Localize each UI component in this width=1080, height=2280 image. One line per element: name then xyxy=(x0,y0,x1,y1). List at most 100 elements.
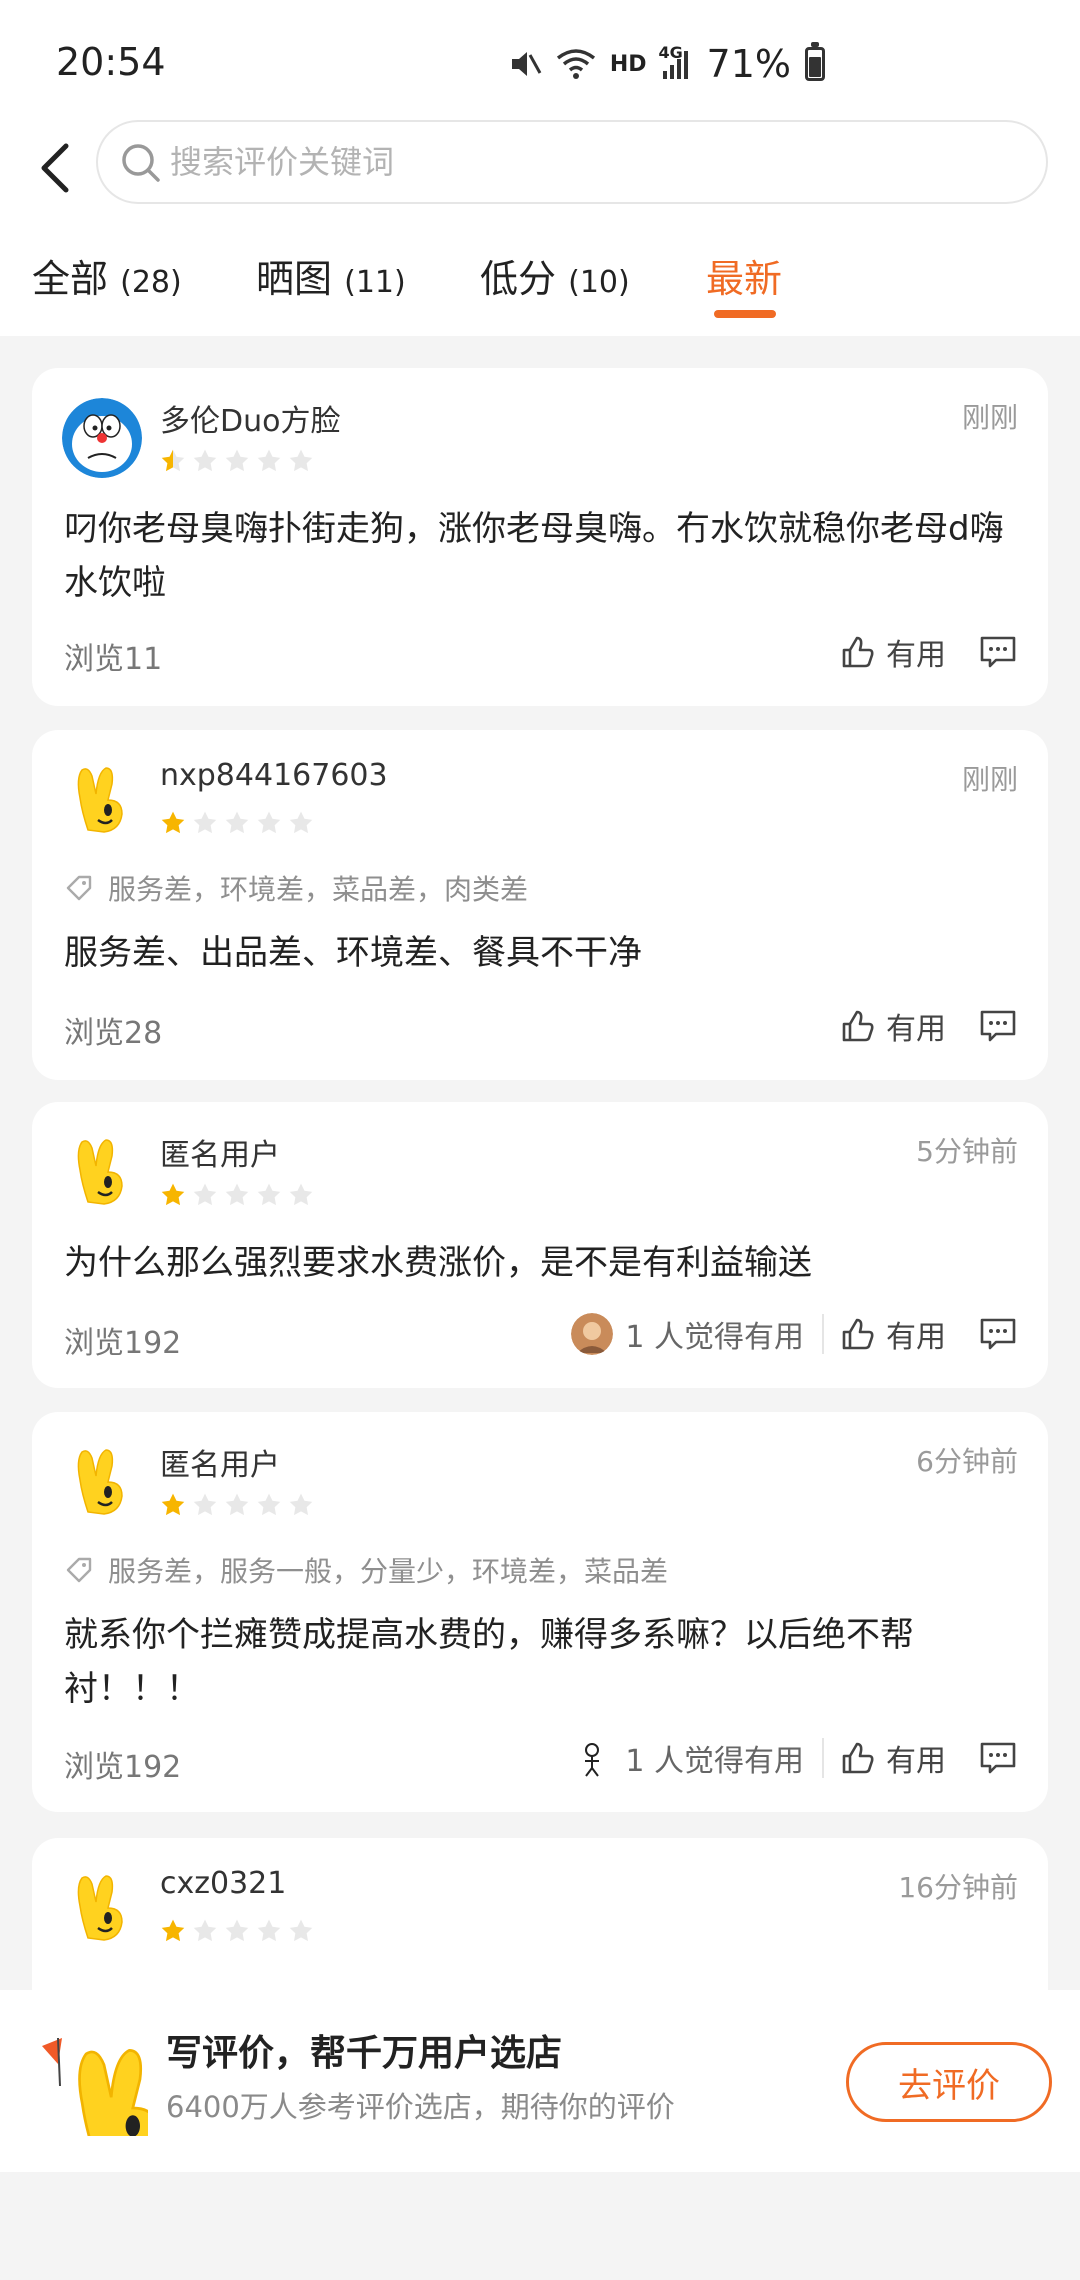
liker-avatar xyxy=(571,1737,614,1779)
comment-icon[interactable] xyxy=(978,1738,1018,1778)
comment-icon[interactable] xyxy=(978,1314,1018,1354)
review-time: 6分钟前 xyxy=(916,1445,1018,1478)
tags-text: 服务差，环境差，菜品差，肉类差 xyxy=(108,873,529,906)
tab-count: (28) xyxy=(120,265,182,300)
star-icon xyxy=(257,811,281,834)
username[interactable]: nxp844167603 xyxy=(160,758,388,793)
username[interactable]: cxz0321 xyxy=(160,1866,286,1901)
tags-text: 服务差，服务一般，分量少，环境差，菜品差 xyxy=(108,1555,669,1588)
comment-icon[interactable] xyxy=(978,632,1018,672)
status-icons: HD 4G 71% xyxy=(508,42,825,86)
thumb-up-icon xyxy=(842,1742,874,1774)
network-type-label: HD xyxy=(609,51,647,77)
go-review-button[interactable]: 去评价 xyxy=(846,2042,1052,2122)
review-time: 刚刚 xyxy=(961,401,1018,434)
battery-icon xyxy=(805,42,825,81)
star-icon xyxy=(289,1493,313,1516)
star-icon xyxy=(161,449,185,472)
liked-by[interactable]: 1 人觉得有用 xyxy=(571,1737,824,1779)
star-icon xyxy=(257,1919,281,1942)
star-icon xyxy=(225,449,249,472)
liked-count: 1 人觉得有用 xyxy=(625,1320,804,1355)
avatar[interactable] xyxy=(62,1442,142,1522)
search-input[interactable] xyxy=(170,122,990,202)
battery-percent: 71% xyxy=(706,42,791,86)
review-card[interactable]: 多伦Duo方脸 刚刚 叼你老母臭嗨扑街走狗，涨你老母臭嗨。冇水饮就稳你老母d嗨水… xyxy=(32,368,1048,706)
star-icon xyxy=(289,1183,313,1206)
star-icon xyxy=(193,449,217,472)
review-actions: 1 人觉得有用 有用 xyxy=(571,1312,1018,1356)
view-count: 浏览28 xyxy=(64,1016,163,1051)
star-rating xyxy=(160,1492,314,1518)
search-icon xyxy=(122,144,160,182)
star-icon xyxy=(225,1183,249,1206)
useful-label: 有用 xyxy=(886,1744,946,1779)
star-icon xyxy=(225,811,249,834)
star-icon xyxy=(161,1919,185,1942)
review-card[interactable]: 匿名用户 6分钟前 服务差，服务一般，分量少，环境差，菜品差 就系你个拦瘫赞成提… xyxy=(32,1412,1048,1812)
useful-button[interactable]: 有用 xyxy=(840,630,946,674)
star-icon xyxy=(193,1493,217,1516)
back-arrow-icon xyxy=(41,143,69,193)
review-text[interactable]: 叼你老母臭嗨扑街走狗，涨你老母臭嗨。冇水饮就稳你老母d嗨水饮啦 xyxy=(64,502,1020,610)
tab-count: (10) xyxy=(568,265,630,300)
star-rating xyxy=(160,1918,314,1944)
avatar[interactable] xyxy=(62,1132,142,1212)
star-rating xyxy=(160,1182,314,1208)
useful-button[interactable]: 有用 xyxy=(840,1004,946,1048)
review-card[interactable]: cxz0321 16分钟前 xyxy=(32,1838,1048,1990)
tab-count: (11) xyxy=(344,265,406,300)
liked-by[interactable]: 1 人觉得有用 xyxy=(571,1313,824,1355)
useful-button[interactable]: 有用 xyxy=(840,1312,946,1356)
tab-latest[interactable]: 最新 xyxy=(706,248,782,303)
review-card[interactable]: nxp844167603 刚刚 服务差，环境差，菜品差，肉类差 服务差、出品差、… xyxy=(32,730,1048,1080)
review-actions: 有用 xyxy=(840,630,1018,674)
star-icon xyxy=(161,811,185,834)
tab-label: 全部 xyxy=(32,257,109,301)
star-icon xyxy=(257,449,281,472)
thumb-up-icon xyxy=(842,1010,874,1042)
star-icon xyxy=(289,811,313,834)
username[interactable]: 匿名用户 xyxy=(160,1130,280,1174)
username[interactable]: 多伦Duo方脸 xyxy=(160,396,340,440)
status-time: 20:54 xyxy=(56,40,166,84)
review-text[interactable]: 就系你个拦瘫赞成提高水费的，赚得多系嘛？以后绝不帮衬！！！ xyxy=(64,1608,1020,1716)
tab-label: 低分 xyxy=(480,257,557,301)
review-text[interactable]: 为什么那么强烈要求水费涨价，是不是有利益输送 xyxy=(64,1236,1020,1290)
tab-low-score[interactable]: 低分 (10) xyxy=(480,248,630,303)
comment-icon[interactable] xyxy=(978,1006,1018,1046)
bottom-spacer xyxy=(0,2172,1080,2280)
useful-button[interactable]: 有用 xyxy=(840,1736,946,1780)
avatar[interactable] xyxy=(62,760,142,840)
star-icon xyxy=(289,449,313,472)
view-count: 浏览11 xyxy=(64,642,163,677)
search-row xyxy=(0,120,1080,220)
wifi-icon xyxy=(556,49,595,79)
review-time: 刚刚 xyxy=(961,763,1018,796)
star-rating xyxy=(160,448,314,474)
review-actions: 1 人觉得有用 有用 xyxy=(571,1736,1018,1780)
review-tags: 服务差，服务一般，分量少，环境差，菜品差 xyxy=(64,1550,668,1590)
search-box[interactable] xyxy=(96,120,1048,204)
avatar[interactable] xyxy=(62,398,142,478)
thumb-up-icon xyxy=(842,636,874,668)
status-bar: 20:54 HD 4G 71% xyxy=(0,0,1080,128)
tab-all[interactable]: 全部 (28) xyxy=(32,248,182,303)
review-text[interactable]: 服务差、出品差、环境差、餐具不干净 xyxy=(64,926,1020,980)
star-icon xyxy=(193,811,217,834)
mascot-image xyxy=(28,2016,148,2136)
liker-avatar xyxy=(571,1313,614,1355)
signal-type-label: 4G xyxy=(658,43,683,62)
review-card[interactable]: 匿名用户 5分钟前 为什么那么强烈要求水费涨价，是不是有利益输送 浏览192 1… xyxy=(32,1102,1048,1388)
useful-label: 有用 xyxy=(886,1320,946,1355)
review-actions: 有用 xyxy=(840,1004,1018,1048)
tab-photos[interactable]: 晒图 (11) xyxy=(256,248,406,303)
liked-count: 1 人觉得有用 xyxy=(625,1744,804,1779)
banner-title: 写评价，帮千万用户选店 xyxy=(166,2033,563,2074)
star-icon xyxy=(161,1493,185,1516)
username[interactable]: 匿名用户 xyxy=(160,1440,280,1484)
back-button[interactable] xyxy=(32,136,80,200)
thumb-up-icon xyxy=(842,1318,874,1350)
avatar[interactable] xyxy=(62,1868,142,1948)
active-tab-indicator xyxy=(714,310,776,318)
